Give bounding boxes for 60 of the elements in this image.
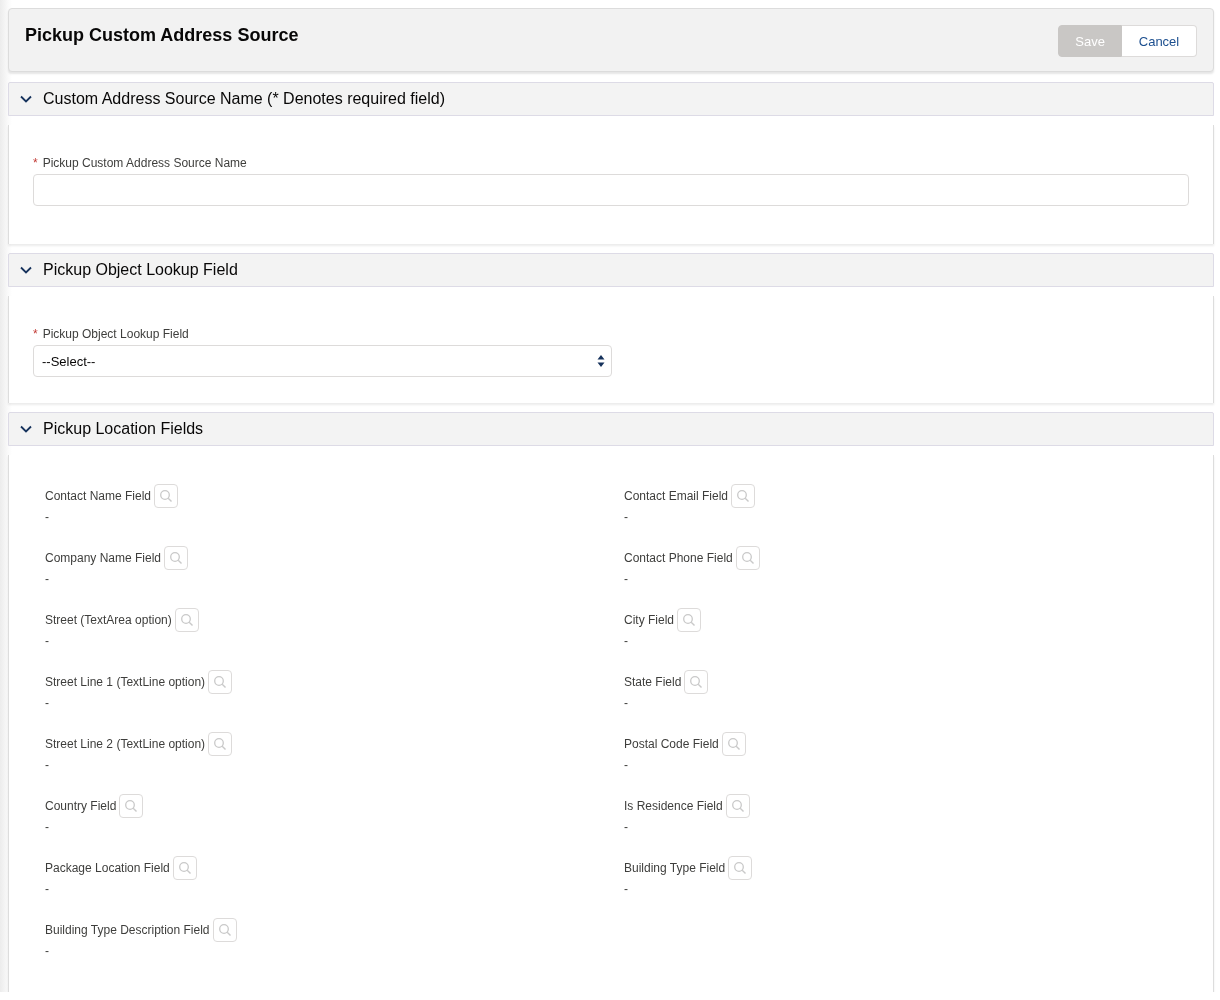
field-label: Building Type Field xyxy=(624,861,726,875)
section-title: Custom Address Source Name (* Denotes required field) xyxy=(43,90,445,108)
field-label: City Field xyxy=(624,613,674,627)
search-icon[interactable] xyxy=(684,670,709,694)
field-label: Company Name Field xyxy=(45,551,162,565)
required-mark: * xyxy=(33,156,38,170)
field-label: Package Location Field xyxy=(45,861,170,875)
field-value: - xyxy=(45,882,50,896)
search-icon[interactable] xyxy=(174,608,199,632)
field-value: - xyxy=(45,820,50,834)
field-value: - xyxy=(45,572,50,586)
field-value: - xyxy=(624,510,629,524)
search-icon[interactable] xyxy=(119,794,144,818)
field-label: Street (TextArea option) xyxy=(45,613,172,627)
search-icon[interactable] xyxy=(721,732,746,756)
field-value: - xyxy=(624,758,629,772)
field-value: - xyxy=(45,634,50,648)
field-label: Postal Code Field xyxy=(624,737,719,751)
field-label: Pickup Object Lookup Field xyxy=(42,327,189,341)
field-label: Pickup Custom Address Source Name xyxy=(42,156,247,170)
field-value: - xyxy=(624,572,629,586)
search-icon[interactable] xyxy=(154,484,179,508)
field-value: - xyxy=(624,882,629,896)
field-label: Contact Name Field xyxy=(45,489,152,503)
search-icon[interactable] xyxy=(731,484,756,508)
search-icon[interactable] xyxy=(172,856,197,880)
search-icon[interactable] xyxy=(677,608,701,632)
search-icon[interactable] xyxy=(208,732,233,756)
section-title: Pickup Location Fields xyxy=(43,420,204,438)
section-header[interactable]: Pickup Location Fields xyxy=(8,412,1214,446)
field-value: - xyxy=(45,510,50,524)
search-icon[interactable] xyxy=(208,670,233,694)
field-label: Street Line 1 (TextLine option) xyxy=(45,675,206,689)
field-value: - xyxy=(624,634,629,648)
field-value: - xyxy=(45,696,50,710)
section-header[interactable]: Custom Address Source Name (* Denotes required field) xyxy=(8,82,1214,116)
required-mark: * xyxy=(33,327,38,341)
name-input-field[interactable] xyxy=(33,174,1189,206)
section-header[interactable]: Pickup Object Lookup Field xyxy=(8,253,1214,287)
field-label: Contact Phone Field xyxy=(624,551,733,565)
field-label: Contact Email Field xyxy=(624,489,729,503)
search-icon[interactable] xyxy=(735,546,760,570)
field-value: - xyxy=(624,696,629,710)
field-value: - xyxy=(624,820,629,834)
field-value: - xyxy=(45,758,50,772)
search-icon[interactable] xyxy=(164,546,189,570)
field-value: - xyxy=(45,944,50,958)
search-icon[interactable] xyxy=(725,794,750,818)
search-icon[interactable] xyxy=(212,918,237,942)
field-label: Country Field xyxy=(45,799,117,813)
page-title: Pickup Custom Address Source xyxy=(25,25,299,47)
field-label: Building Type Description Field xyxy=(45,923,210,937)
sort-arrows-icon xyxy=(597,354,605,368)
section-title: Pickup Object Lookup Field xyxy=(43,261,238,279)
cancel-button[interactable]: Cancel xyxy=(1122,25,1197,57)
select-dropdown[interactable]: --Select-- xyxy=(33,345,612,377)
field-label: Is Residence Field xyxy=(624,799,723,813)
field-label: Street Line 2 (TextLine option) xyxy=(45,737,206,751)
field-label: State Field xyxy=(624,675,682,689)
search-icon[interactable] xyxy=(728,856,753,880)
